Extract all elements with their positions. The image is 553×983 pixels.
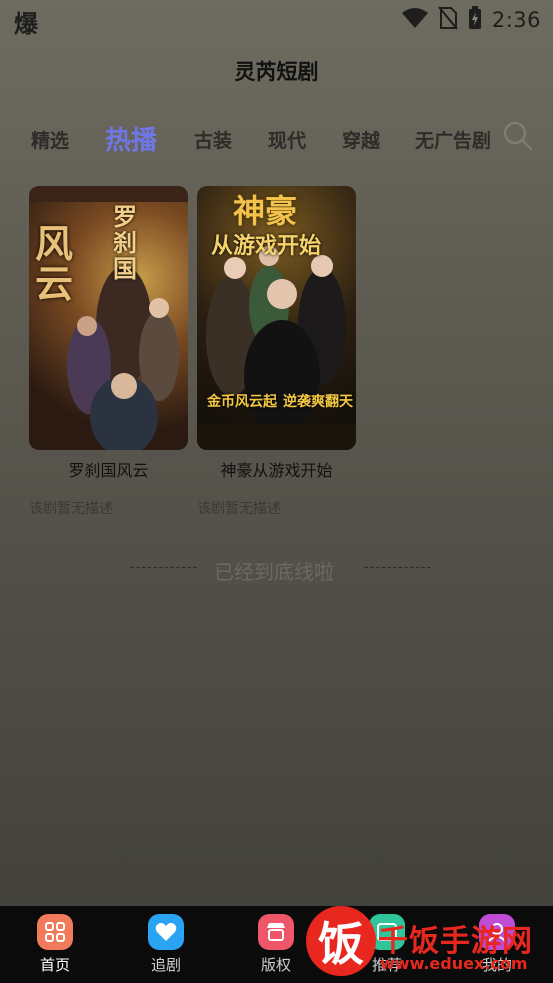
home-grid-icon bbox=[37, 914, 73, 950]
poster-text-sub: 从游戏开始 bbox=[211, 234, 322, 259]
nav-home[interactable]: 首页 bbox=[25, 914, 85, 975]
nav-copyright[interactable]: 版权 bbox=[246, 914, 306, 975]
list-end-indicator: ------------ 已经到底线啦 ------------ bbox=[0, 556, 553, 586]
drama-description: 该剧暂无描述 bbox=[29, 501, 113, 517]
drama-poster[interactable]: 风云 罗刹国 bbox=[29, 186, 188, 450]
no-sim-icon bbox=[438, 6, 458, 34]
tab-ad-free[interactable]: 无广告剧 bbox=[415, 126, 491, 153]
nav-profile[interactable]: 我的 bbox=[467, 914, 527, 975]
status-time: 2:36 bbox=[491, 8, 541, 32]
search-button[interactable] bbox=[502, 120, 534, 152]
poster-text-top: 神豪 bbox=[233, 192, 298, 230]
tab-hot[interactable]: 热播 bbox=[105, 120, 157, 157]
wifi-icon bbox=[401, 7, 428, 33]
drama-title[interactable]: 神豪从游戏开始 bbox=[197, 457, 356, 481]
category-tabs: 精选 热播 古装 现代 穿越 无广告剧 bbox=[0, 118, 496, 162]
divider-left: ------------ bbox=[130, 560, 199, 575]
list-end-text: 已经到底线啦 bbox=[214, 560, 334, 584]
divider-right: ------------ bbox=[364, 560, 433, 575]
nav-label: 首页 bbox=[39, 956, 70, 974]
tab-time-travel[interactable]: 穿越 bbox=[342, 126, 380, 153]
profile-icon bbox=[479, 914, 515, 950]
nav-label: 版权 bbox=[260, 956, 291, 974]
drama-poster[interactable]: 神豪 从游戏开始 金币风云起 逆袭爽翻天 bbox=[197, 186, 356, 450]
status-app-glyph: 爆 bbox=[14, 10, 38, 38]
status-icons: 2:36 bbox=[401, 6, 541, 34]
nav-label: 推荐 bbox=[371, 956, 402, 974]
recommend-icon bbox=[369, 914, 405, 950]
store-icon bbox=[258, 914, 294, 950]
search-icon bbox=[503, 121, 533, 151]
tab-featured[interactable]: 精选 bbox=[31, 126, 69, 153]
tab-costume[interactable]: 古装 bbox=[194, 126, 232, 153]
battery-charging-icon bbox=[468, 6, 482, 34]
nav-label: 追剧 bbox=[150, 956, 181, 974]
poster-text-big: 风云 bbox=[35, 222, 74, 306]
heart-icon bbox=[148, 914, 184, 950]
page-title: 灵芮短剧 bbox=[234, 60, 319, 84]
bottom-nav: 首页 追剧 版权 推荐 我的 bbox=[0, 906, 553, 983]
nav-label: 我的 bbox=[481, 956, 512, 974]
status-bar: 爆 2:36 bbox=[0, 0, 553, 40]
nav-following[interactable]: 追剧 bbox=[136, 914, 196, 975]
poster-caption-left: 金币风云起 bbox=[207, 394, 277, 410]
tab-modern[interactable]: 现代 bbox=[268, 126, 306, 153]
drama-title[interactable]: 罗刹国风云 bbox=[29, 457, 188, 481]
nav-recommend[interactable]: 推荐 bbox=[357, 914, 417, 975]
drama-description: 该剧暂无描述 bbox=[197, 501, 281, 517]
poster-text-top: 罗刹国 bbox=[113, 203, 137, 283]
drama-card[interactable]: 风云 罗刹国 罗刹国风云 该剧暂无描述 bbox=[29, 186, 188, 517]
poster-caption-right: 逆袭爽翻天 bbox=[283, 394, 353, 410]
drama-card[interactable]: 神豪 从游戏开始 金币风云起 逆袭爽翻天 神豪从游戏开始 该剧暂无描述 bbox=[197, 186, 356, 517]
